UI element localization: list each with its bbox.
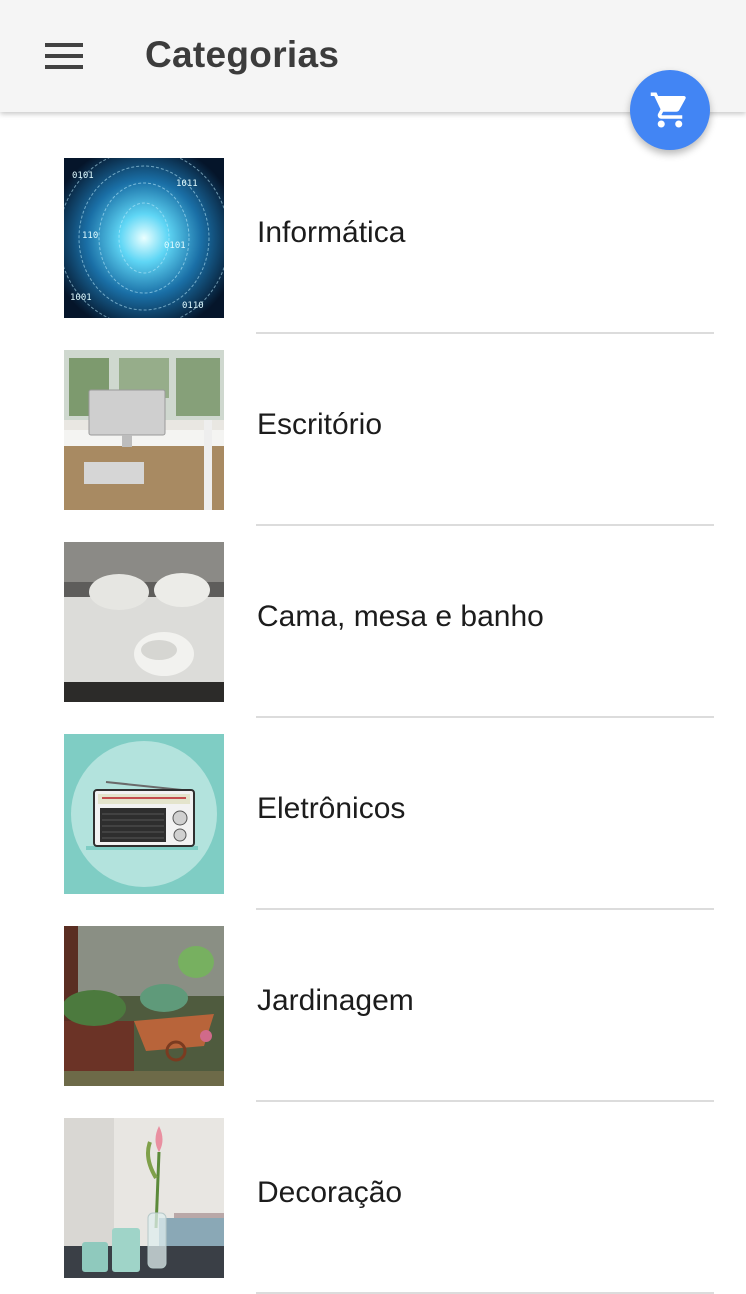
category-label: Escritório <box>257 408 383 441</box>
bed-pillows-image <box>64 542 224 702</box>
svg-text:0101: 0101 <box>164 241 186 251</box>
category-item-escritorio[interactable]: Escritório <box>0 334 746 526</box>
menu-button[interactable] <box>34 26 94 86</box>
category-item-cama-mesa-banho[interactable]: Cama, mesa e banho <box>0 526 746 718</box>
category-list: 0101 1011 1001 0110 0101 110 Informática <box>0 142 746 1294</box>
office-desk-image <box>64 350 224 510</box>
category-item-informatica[interactable]: 0101 1011 1001 0110 0101 110 Informática <box>0 142 746 334</box>
svg-text:1001: 1001 <box>70 293 92 303</box>
category-label: Informática <box>257 216 406 249</box>
category-label: Jardinagem <box>257 984 414 1017</box>
page-title: Categorias <box>145 34 340 75</box>
category-label: Decoração <box>257 1176 403 1209</box>
radio-illustration-image <box>64 734 224 894</box>
cart-button[interactable] <box>630 70 710 150</box>
category-label: Cama, mesa e banho <box>257 600 544 633</box>
wheelbarrow-garden-image <box>64 926 224 1086</box>
shopping-cart-icon <box>650 92 686 128</box>
category-item-jardinagem[interactable]: Jardinagem <box>0 910 746 1102</box>
category-item-eletronicos[interactable]: Eletrônicos <box>0 718 746 910</box>
svg-text:0101: 0101 <box>72 171 94 181</box>
category-item-decoracao[interactable]: Decoração <box>0 1102 746 1294</box>
svg-text:0110: 0110 <box>182 301 204 311</box>
svg-text:110: 110 <box>82 231 98 241</box>
svg-text:1011: 1011 <box>176 179 198 189</box>
category-label: Eletrônicos <box>257 792 406 825</box>
menu-icon <box>45 43 83 69</box>
tulip-vase-image <box>64 1118 224 1278</box>
binary-tunnel-image: 0101 1011 1001 0110 0101 110 <box>64 158 224 318</box>
